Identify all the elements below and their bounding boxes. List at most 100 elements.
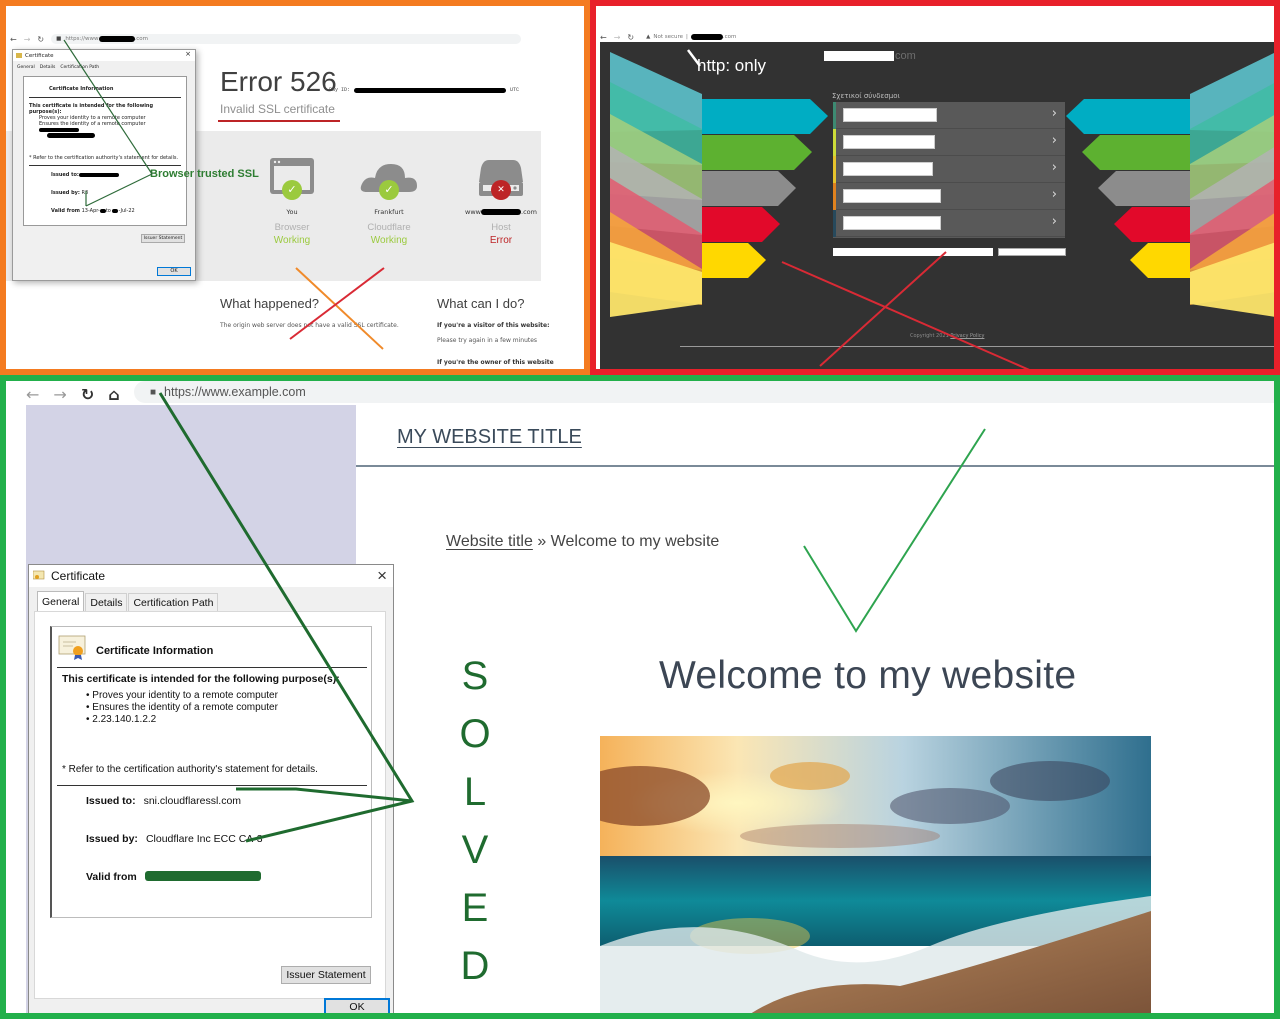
footer-copyright: Copyright 2021 Privacy Policy (910, 333, 985, 339)
link-item[interactable]: › (833, 183, 1065, 210)
certificate-icon (33, 570, 45, 580)
arrow-left-band (702, 171, 796, 206)
browser-trusted-annotation: Browser trusted SSL (150, 168, 259, 180)
arrow-left-band (702, 135, 812, 170)
forward-icon[interactable]: → (24, 35, 31, 44)
tab-general[interactable]: General (37, 591, 85, 612)
breadcrumb: Website title » Welcome to my website (446, 533, 720, 550)
link-item[interactable]: › (833, 210, 1065, 237)
dialog-tabs: General Details Certification Path (13, 61, 195, 70)
ok-button[interactable]: OK (157, 267, 191, 276)
forward-icon[interactable]: → (614, 33, 621, 42)
status-badge: Error (489, 235, 513, 246)
issuer-statement-button[interactable]: Issuer Statement (281, 966, 371, 984)
links-list: › › › › › (833, 102, 1065, 238)
arrow-right-band (1098, 171, 1190, 206)
breadcrumb-current: Welcome to my website (550, 533, 720, 550)
arrow-right-band (1130, 243, 1190, 278)
http-only-annotation: http: only (697, 56, 766, 75)
address-bar[interactable]: ■ https://www .com (51, 34, 522, 44)
reload-icon[interactable]: ↻ (627, 33, 634, 42)
what-happened-heading: What happened? (220, 296, 320, 311)
node-host: ✕ www .com Host Error (451, 156, 551, 246)
error-526-panel: ← → ↻ ■ https://www .com Error 526 Ray I… (0, 0, 590, 375)
checkmark-annotation (803, 428, 986, 633)
redacted-purpose (47, 133, 95, 138)
link-color-bar (833, 102, 836, 129)
solved-annotation: S O L V E D (459, 654, 491, 988)
redacted-link-text (843, 135, 935, 149)
arrow-right-band (1082, 135, 1190, 170)
reload-icon[interactable]: ↻ (81, 385, 94, 404)
search-input[interactable] (833, 248, 993, 256)
back-icon[interactable]: ← (10, 35, 17, 44)
link-color-bar (833, 129, 836, 156)
home-icon[interactable]: ⌂ (108, 385, 119, 404)
search-button[interactable] (998, 248, 1066, 256)
address-bar[interactable]: ■ https://www.example.com (134, 381, 1274, 403)
dialog-tabs: General Details Certification Path (37, 591, 219, 612)
purpose-item: • Proves your identity to a remote compu… (86, 690, 278, 701)
site-logo: com (824, 50, 916, 62)
certificate-dialog: Certificate × General Details Certificat… (28, 564, 394, 1013)
lock-icon[interactable]: ■ (150, 387, 156, 398)
issued-to-row: Issued to: sni.cloudflaressl.com (86, 795, 242, 807)
reload-icon[interactable]: ↻ (37, 35, 44, 44)
address-bar[interactable]: ▲ Not secure | .com (641, 32, 1242, 42)
certificate-icon (16, 53, 22, 58)
tab-details[interactable]: Details (85, 593, 128, 612)
site-title-link[interactable]: MY WEBSITE TITLE (397, 426, 582, 449)
certificate-info-box: Certificate Information This certificate… (50, 626, 372, 918)
comparison-collage: ← → ↻ ■ https://www .com Error 526 Ray I… (0, 0, 1280, 1019)
cloud-icon: ✓ (359, 156, 419, 202)
check-icon: ✓ (379, 180, 399, 200)
privacy-policy-link[interactable]: Privacy Policy (950, 333, 984, 339)
tab-general[interactable]: General (17, 65, 35, 70)
link-item[interactable]: › (833, 156, 1065, 183)
close-icon[interactable]: × (377, 566, 387, 586)
chevron-right-icon: › (1051, 214, 1057, 229)
link-item[interactable]: › (833, 102, 1065, 129)
redacted-host (481, 209, 521, 215)
valid-from-row: Valid from (86, 871, 261, 883)
browser-icon: ✓ (262, 156, 322, 202)
back-icon[interactable]: ← (26, 385, 39, 404)
solved-panel: ← → ↻ ⌂ ■ https://www.example.com MY WEB… (0, 375, 1280, 1019)
http-only-panel: ← → ↻ ▲ Not secure | .com com Σχετικοί σ… (590, 0, 1280, 375)
check-icon: ✓ (282, 180, 302, 200)
arrow-right-band (1114, 207, 1190, 242)
forward-icon[interactable]: → (53, 385, 66, 404)
certificate-info-panel: Certificate Information This certificate… (23, 76, 187, 226)
redacted-domain (690, 34, 723, 40)
server-icon: ✕ (471, 156, 531, 202)
error-subtitle: Invalid SSL certificate (220, 102, 335, 116)
purpose-item: • Ensures the identity of a remote compu… (86, 702, 278, 713)
links-heading: Σχετικοί σύνδεσμοι (832, 92, 900, 100)
browser-toolbar: ← → ↻ ■ https://www .com (10, 32, 522, 46)
arrow-left-band (702, 99, 828, 134)
chevron-right-icon: › (1051, 133, 1057, 148)
tab-certification-path[interactable]: Certification Path (60, 65, 99, 70)
ok-button[interactable]: OK (324, 998, 390, 1013)
page-heading: Welcome to my website (659, 654, 1077, 697)
issuer-statement-button[interactable]: Issuer Statement (141, 234, 185, 243)
tab-details[interactable]: Details (40, 65, 56, 70)
arrow-left-band (702, 243, 766, 278)
browser-toolbar: ← → ↻ ⌂ (26, 383, 134, 405)
redacted-link-text (843, 216, 941, 230)
error-title: Error 526 (220, 66, 337, 97)
lock-icon[interactable]: ■ (56, 36, 61, 42)
breadcrumb-home-link[interactable]: Website title (446, 533, 533, 550)
ray-id: Ray ID: UTC (329, 87, 520, 93)
back-icon[interactable]: ← (600, 33, 607, 42)
redacted-issued-to (78, 172, 119, 177)
link-item[interactable]: › (833, 129, 1065, 156)
hero-image-beach-sunset (600, 736, 1151, 1013)
close-icon[interactable]: × (185, 50, 191, 58)
error-x-icon: ✕ (491, 180, 511, 200)
tab-certification-path[interactable]: Certification Path (128, 593, 219, 612)
subtitle-underline (218, 120, 340, 122)
redacted-ray-id (354, 87, 507, 93)
chevron-right-icon: › (1051, 106, 1057, 121)
chevron-right-icon: › (1051, 187, 1057, 202)
